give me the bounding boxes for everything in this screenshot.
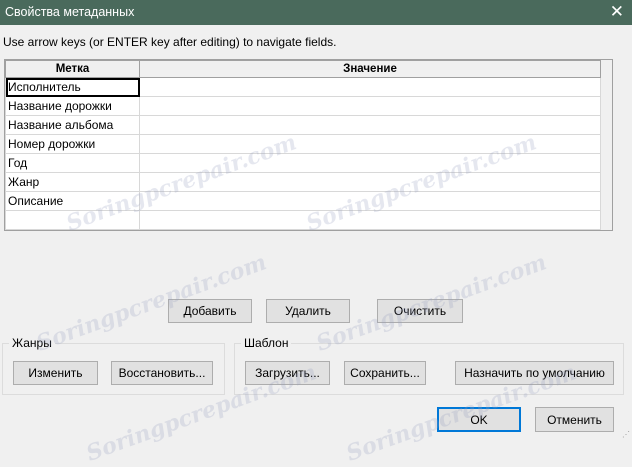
table-row[interactable]: Название дорожки: [5, 96, 601, 116]
table-row[interactable]: Описание: [5, 191, 601, 211]
label-cell[interactable]: Жанр: [5, 172, 140, 192]
label-cell[interactable]: Номер дорожки: [5, 134, 140, 154]
metadata-table: Метка Значение Исполнитель Название дорож…: [5, 60, 601, 230]
window-title: Свойства метаданных: [5, 5, 135, 19]
table-row[interactable]: [5, 210, 601, 230]
column-header-label[interactable]: Метка: [5, 60, 140, 78]
label-cell[interactable]: Название дорожки: [5, 96, 140, 116]
label-cell[interactable]: Год: [5, 153, 140, 173]
label-cell[interactable]: Исполнитель: [5, 77, 140, 97]
table-row[interactable]: Жанр: [5, 172, 601, 192]
load-template-button[interactable]: Загрузить...: [245, 361, 330, 385]
restore-genres-button[interactable]: Восстановить...: [111, 361, 213, 385]
template-legend: Шаблон: [241, 336, 292, 350]
value-cell[interactable]: [139, 210, 601, 230]
label-cell[interactable]: Название альбома: [5, 115, 140, 135]
save-template-button[interactable]: Сохранить...: [344, 361, 426, 385]
grid-side-area: [600, 60, 612, 230]
set-default-button[interactable]: Назначить по умолчанию: [455, 361, 614, 385]
value-cell[interactable]: [139, 191, 601, 211]
value-cell[interactable]: [139, 77, 601, 97]
add-button[interactable]: Добавить: [168, 299, 252, 323]
close-icon[interactable]: ✕: [610, 2, 624, 22]
value-cell[interactable]: [139, 153, 601, 173]
column-header-value[interactable]: Значение: [139, 60, 601, 78]
table-row[interactable]: Номер дорожки: [5, 134, 601, 154]
table-row[interactable]: Исполнитель: [5, 77, 601, 97]
table-row[interactable]: Название альбома: [5, 115, 601, 135]
metadata-grid[interactable]: Метка Значение Исполнитель Название дорож…: [4, 59, 613, 231]
label-cell[interactable]: Описание: [5, 191, 140, 211]
navigation-hint: Use arrow keys (or ENTER key after editi…: [3, 35, 337, 49]
edit-genres-button[interactable]: Изменить: [13, 361, 98, 385]
cancel-button[interactable]: Отменить: [535, 407, 614, 432]
value-cell[interactable]: [139, 172, 601, 192]
title-bar: Свойства метаданных ✕: [0, 0, 632, 25]
ok-button[interactable]: OK: [437, 407, 521, 432]
value-cell[interactable]: [139, 96, 601, 116]
value-cell[interactable]: [139, 115, 601, 135]
clear-button[interactable]: Очистить: [377, 299, 463, 323]
value-cell[interactable]: [139, 134, 601, 154]
label-cell[interactable]: [5, 210, 140, 230]
table-row[interactable]: Год: [5, 153, 601, 173]
delete-button[interactable]: Удалить: [266, 299, 350, 323]
resize-grip[interactable]: ⋰: [622, 430, 630, 439]
genres-legend: Жанры: [9, 336, 55, 350]
